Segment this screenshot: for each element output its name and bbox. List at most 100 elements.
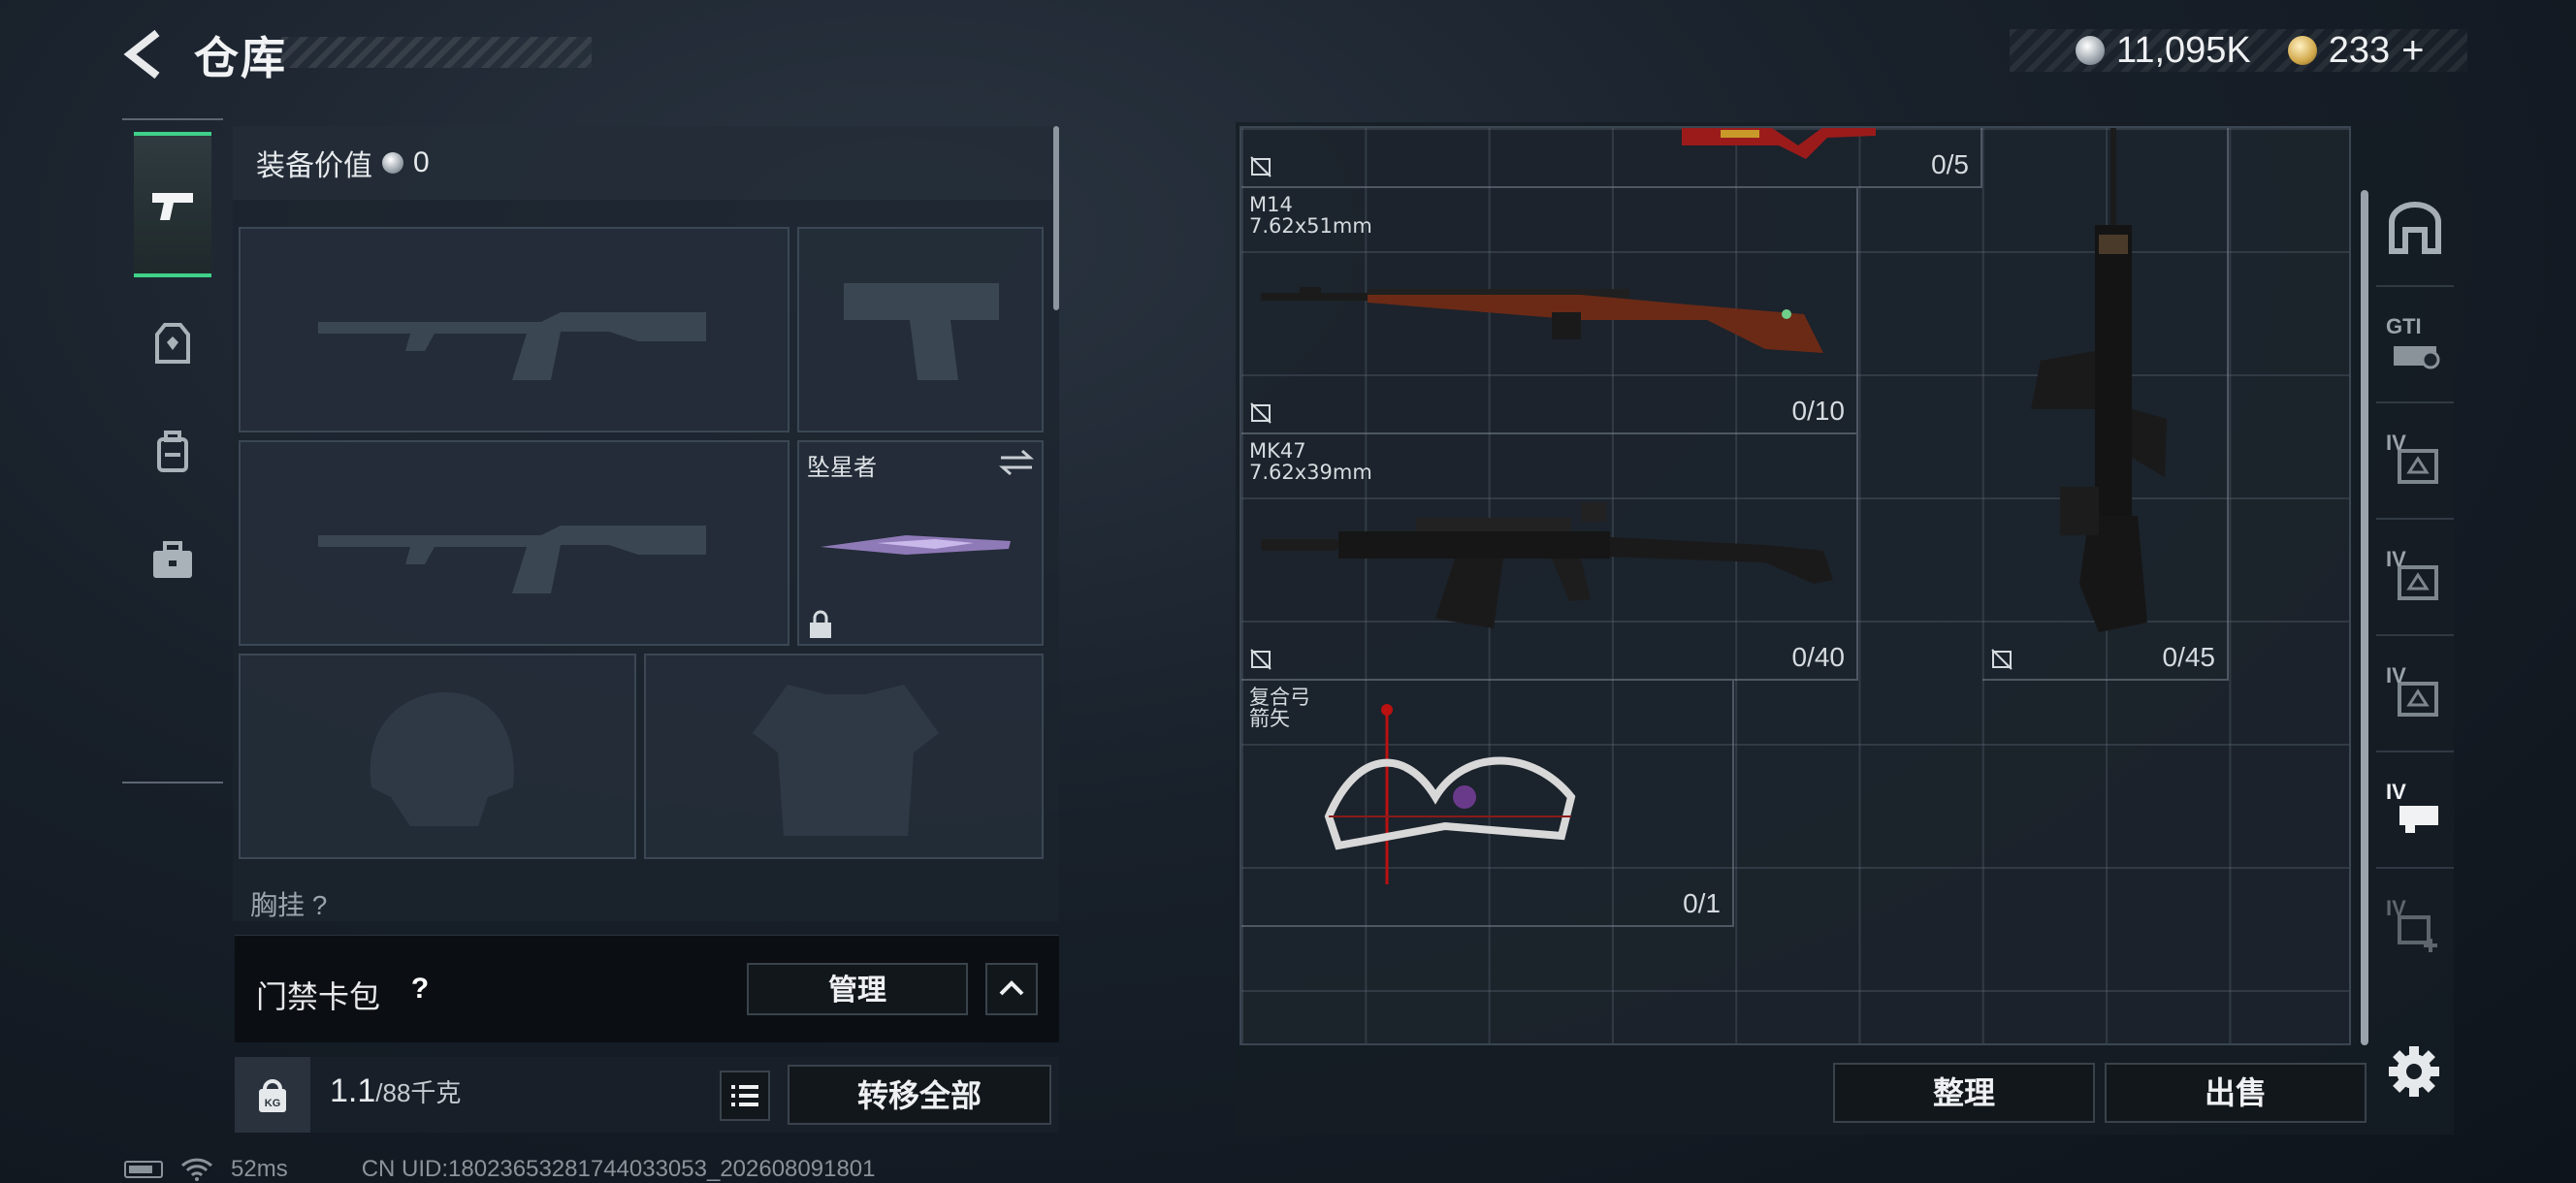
sort-button[interactable]: 整理 [1833, 1063, 2095, 1123]
storage-tab-gti[interactable]: GTI [2376, 287, 2454, 403]
item-count: 0/45 [2162, 642, 2216, 672]
add-currency-button[interactable]: + [2401, 29, 2424, 73]
equipment-value-label: 装备价值 [256, 150, 372, 182]
item-caliber: 7.62x39mm [1249, 461, 1372, 484]
unlocked-icon [1991, 649, 2012, 670]
card-bag-label: 门禁卡包 [256, 979, 381, 1014]
vest-silhouette-icon [753, 685, 939, 836]
gear-tab[interactable] [134, 295, 211, 392]
back-arrow-icon[interactable] [118, 27, 169, 81]
weight-max: /88千克 [375, 1078, 462, 1107]
transfer-all-button[interactable]: 转移全部 [788, 1065, 1051, 1125]
swap-icon[interactable] [997, 448, 1036, 477]
helmet-silhouette-icon [370, 691, 514, 826]
item-count: 0/1 [1683, 888, 1721, 918]
unlocked-icon [1250, 649, 1272, 670]
armor-slot[interactable] [644, 654, 1044, 859]
title-decoration [281, 37, 592, 68]
item-name: MK47 7.62x39mm [1249, 440, 1372, 483]
warehouse-panel: 0/5 M14 7.62x51mm 0/10 MK47 7.62x39mm 0/… [1236, 122, 2454, 1135]
storage-tab-add[interactable]: IV [2376, 869, 2454, 985]
rifle-silhouette-icon [318, 526, 706, 593]
primary-weapon-slot[interactable] [239, 227, 789, 432]
tab-label: IV [2386, 431, 2406, 455]
tab-label: IV [2386, 896, 2406, 920]
item-name-text: M14 [1249, 193, 1293, 216]
storage-tab-iv-3[interactable]: IV [2376, 636, 2454, 752]
item-name-text: 复合弓 [1249, 686, 1310, 709]
inventory-item-mk47[interactable]: MK47 7.62x39mm 0/40 [1241, 434, 1858, 681]
rifle-silhouette-icon [318, 312, 706, 380]
wifi-icon [180, 1158, 213, 1181]
storage-tab-home[interactable] [2376, 171, 2454, 287]
inventory-item-m14[interactable]: M14 7.62x51mm 0/10 [1241, 188, 1858, 434]
helmet-slot[interactable] [239, 654, 636, 859]
status-line: 52ms CN UID:18023653281744033053_2026080… [124, 1156, 876, 1183]
item-count: 0/5 [1931, 149, 1969, 179]
equipment-value-amount: 0 [413, 146, 430, 178]
knife-icon [821, 535, 1011, 555]
battery-icon [124, 1161, 163, 1178]
weapons-tab[interactable] [134, 132, 211, 277]
compound-bow-icon [1324, 704, 1576, 884]
inventory-item-vertical-rifle[interactable]: 0/45 [1982, 128, 2229, 681]
melee-slot[interactable]: 坠星者 [797, 440, 1044, 646]
silver-coin-icon [382, 152, 403, 174]
melee-weapon-name: 坠星者 [807, 455, 877, 481]
unlocked-icon [1250, 156, 1272, 177]
item-name-text: MK47 [1249, 439, 1306, 463]
backpack-icon [157, 431, 188, 472]
help-icon[interactable]: ? [400, 969, 440, 1009]
weight-readout: 1.1/88千克 [330, 1072, 461, 1110]
secondary-weapon-slot[interactable] [239, 440, 789, 646]
armor-icon [155, 323, 190, 364]
inventory-item-compound-bow[interactable]: 复合弓 箭矢 0/1 [1241, 681, 1734, 927]
list-icon [731, 1085, 758, 1106]
home-storage-icon [2389, 202, 2441, 254]
list-view-button[interactable] [720, 1071, 770, 1121]
expand-button[interactable] [985, 963, 1038, 1015]
gold-coin-icon [2287, 36, 2317, 65]
storage-tab-rail: GTI IV IV IV IV IV [2376, 142, 2454, 1072]
warehouse-scrollbar[interactable] [2361, 190, 2368, 1045]
inventory-item[interactable]: 0/5 [1241, 128, 1982, 188]
item-count: 0/10 [1791, 396, 1846, 426]
weight-current: 1.1 [330, 1072, 376, 1109]
weight-icon-box: KG [235, 1057, 310, 1133]
storage-tab-iv-1[interactable]: IV [2376, 403, 2454, 520]
silver-coin-icon [2076, 36, 2105, 65]
loadout-category-rail [122, 118, 223, 783]
warehouse-grid: 0/5 M14 7.62x51mm 0/10 MK47 7.62x39mm 0/… [1240, 126, 2351, 1045]
tab-label: IV [2386, 663, 2406, 687]
item-name: 复合弓 箭矢 [1249, 687, 1310, 729]
tab-label: IV [2386, 780, 2406, 804]
chevron-up-icon [999, 980, 1024, 996]
pistol-silhouette-icon [844, 283, 999, 380]
item-caliber: 箭矢 [1249, 707, 1290, 730]
chest-rig-section-label: 胸挂 ? [250, 890, 328, 920]
unlocked-icon [1250, 402, 1272, 424]
rifle-m14-icon [1261, 287, 1823, 353]
equipment-panel: 装备价值 0 坠星者 胸挂 ? [233, 126, 1059, 921]
case-tab[interactable] [134, 512, 211, 609]
kettlebell-icon: KG [259, 1079, 286, 1112]
equipment-scrollbar[interactable] [1053, 126, 1059, 310]
uid-text: CN UID:18023653281744033053_202608091801 [361, 1156, 876, 1182]
storage-tab-weapons-active[interactable]: IV [2376, 752, 2454, 869]
item-caliber: 7.62x51mm [1249, 214, 1372, 238]
rifle-vertical-icon [2031, 128, 2167, 632]
tab-label: IV [2386, 547, 2406, 571]
silver-amount: 11,095K [2116, 29, 2251, 71]
lock-icon [810, 610, 831, 638]
weight-bar: KG 1.1/88千克 转移全部 [235, 1057, 1059, 1133]
item-count: 0/40 [1791, 642, 1846, 672]
gear-icon[interactable] [2380, 1038, 2448, 1105]
sell-button[interactable]: 出售 [2105, 1063, 2367, 1123]
storage-tab-iv-2[interactable]: IV [2376, 520, 2454, 636]
sidearm-slot[interactable] [797, 227, 1044, 432]
currency-bar: 11,095K 233 + [2010, 29, 2467, 72]
manage-button[interactable]: 管理 [747, 963, 968, 1015]
page-title: 仓库 [194, 33, 287, 83]
backpack-tab[interactable] [134, 403, 211, 500]
rifle-mk47-icon [1261, 502, 1833, 628]
